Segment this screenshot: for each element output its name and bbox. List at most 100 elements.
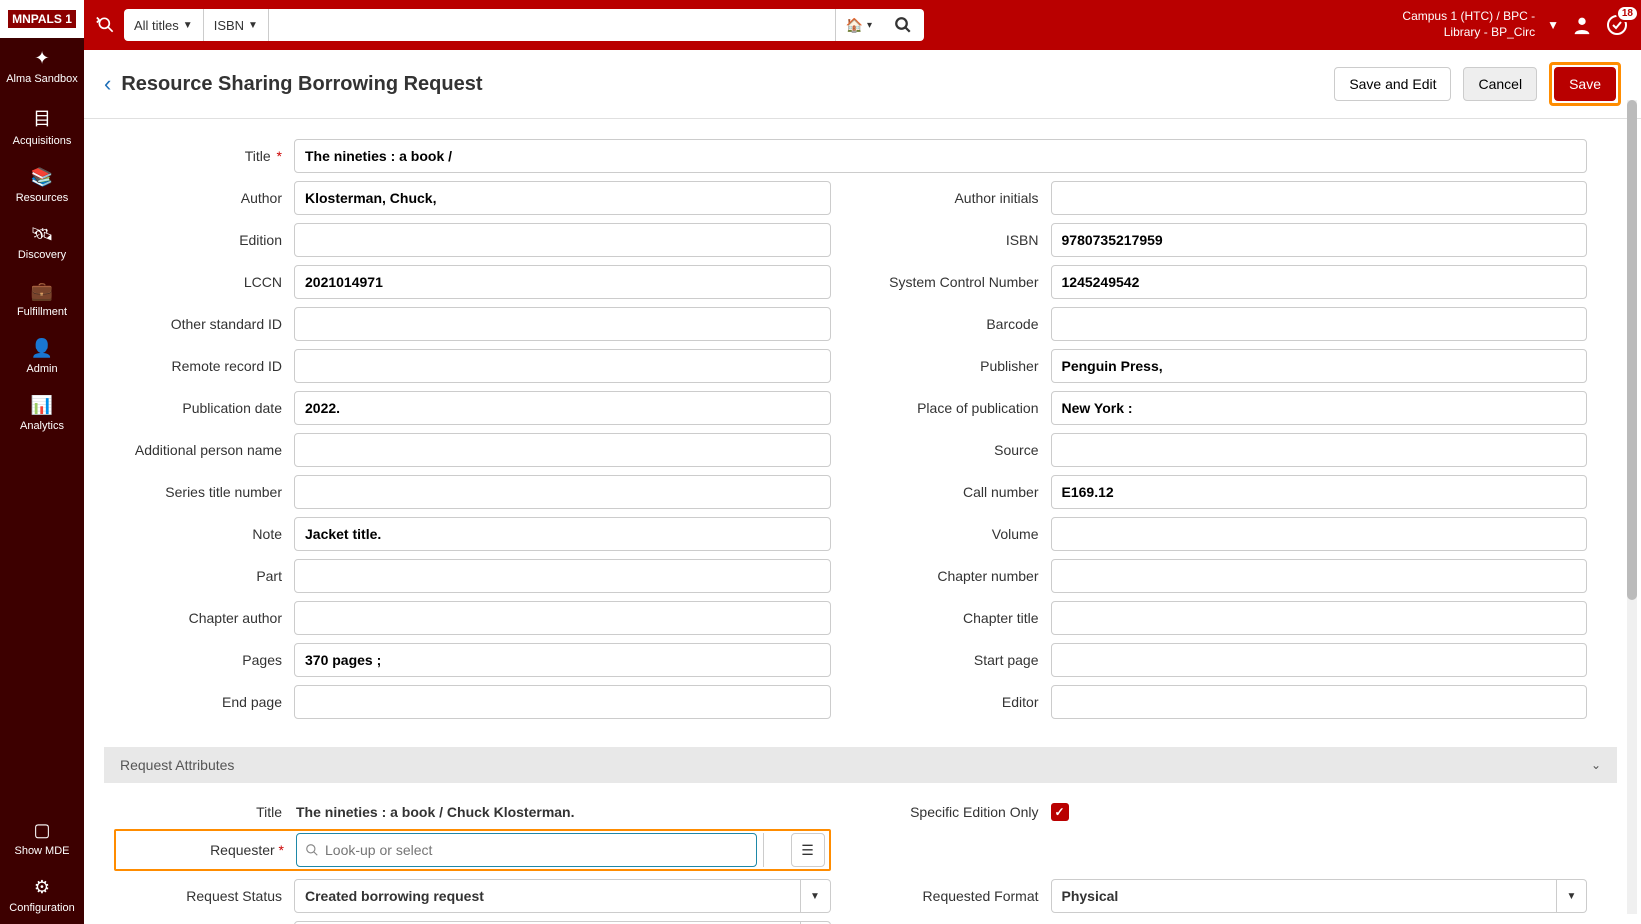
satellite-icon: 🛰 — [31, 224, 54, 245]
barcode-input[interactable] — [1051, 307, 1588, 341]
sidebar-label: Show MDE — [14, 845, 69, 857]
filter-label: All titles — [134, 18, 179, 33]
source-label: Source — [871, 442, 1051, 458]
badge-count: 18 — [1616, 5, 1639, 22]
caret-down-icon[interactable]: ▼ — [801, 879, 831, 913]
lccn-input[interactable] — [294, 265, 831, 299]
caret-down-icon[interactable]: ▼ — [1547, 18, 1559, 32]
request-status-select[interactable]: Created borrowing request — [294, 879, 801, 913]
additional-person-label: Additional person name — [114, 442, 294, 458]
user-icon[interactable] — [1571, 14, 1593, 36]
requester-list-button[interactable]: ☰ — [791, 833, 825, 867]
remote-record-id-label: Remote record ID — [114, 358, 294, 374]
scrollbar[interactable] — [1627, 100, 1637, 914]
sidebar-item-acquisitions[interactable]: 目 Acquisitions — [0, 95, 84, 157]
specific-edition-label: Specific Edition Only — [871, 804, 1051, 820]
list-icon: ☰ — [801, 842, 814, 859]
cancel-button[interactable]: Cancel — [1463, 67, 1537, 101]
section-title: Request Attributes — [120, 757, 234, 773]
other-standard-id-input[interactable] — [294, 307, 831, 341]
end-page-input[interactable] — [294, 685, 831, 719]
part-label: Part — [114, 568, 294, 584]
series-title-number-label: Series title number — [114, 484, 294, 500]
additional-person-input[interactable] — [294, 433, 831, 467]
save-highlight: Save — [1549, 62, 1621, 106]
chapter-number-input[interactable] — [1051, 559, 1588, 593]
lccn-label: LCCN — [114, 274, 294, 290]
edition-input[interactable] — [294, 223, 831, 257]
start-page-input[interactable] — [1051, 643, 1588, 677]
sidebar-item-analytics[interactable]: 📊 Analytics — [0, 385, 84, 442]
requester-label: Requester * — [116, 842, 296, 858]
source-input[interactable] — [1051, 433, 1588, 467]
sidebar-item-resources[interactable]: 📚 Resources — [0, 157, 84, 214]
author-initials-input[interactable] — [1051, 181, 1588, 215]
title-label: Title * — [114, 148, 294, 164]
requested-format-select[interactable]: Physical — [1051, 879, 1558, 913]
ladder-icon: 目 — [33, 105, 51, 131]
sidebar-item-alma-sandbox[interactable]: ✦ Alma Sandbox — [0, 38, 84, 95]
volume-input[interactable] — [1051, 517, 1588, 551]
section-request-attributes[interactable]: Request Attributes ⌄ — [104, 747, 1617, 783]
chapter-number-label: Chapter number — [871, 568, 1051, 584]
system-control-input[interactable] — [1051, 265, 1588, 299]
publisher-input[interactable] — [1051, 349, 1588, 383]
sidebar-item-configuration[interactable]: ⚙ Configuration — [0, 867, 84, 924]
pages-input[interactable] — [294, 643, 831, 677]
save-and-edit-button[interactable]: Save and Edit — [1334, 67, 1451, 101]
sidebar-label: Acquisitions — [13, 135, 72, 147]
editor-label: Editor — [871, 694, 1051, 710]
persistent-search-icon[interactable] — [96, 15, 116, 35]
remote-record-id-input[interactable] — [294, 349, 831, 383]
call-number-input[interactable] — [1051, 475, 1588, 509]
search-icon — [305, 843, 319, 857]
search-button[interactable] — [882, 9, 924, 41]
search-filter-titles[interactable]: All titles ▼ — [124, 9, 204, 41]
sidebar-item-fulfillment[interactable]: 💼 Fulfillment — [0, 271, 84, 328]
publisher-label: Publisher — [871, 358, 1051, 374]
edition-label: Edition — [114, 232, 294, 248]
scrollbar-thumb[interactable] — [1627, 100, 1637, 600]
sidebar-item-admin[interactable]: 👤 Admin — [0, 328, 84, 385]
chevron-down-icon: ⌄ — [1591, 758, 1601, 772]
series-title-number-input[interactable] — [294, 475, 831, 509]
page-header: ‹ Resource Sharing Borrowing Request Sav… — [84, 50, 1641, 119]
call-number-label: Call number — [871, 484, 1051, 500]
author-input[interactable] — [294, 181, 831, 215]
sidebar: MNPALS 1 ✦ Alma Sandbox 目 Acquisitions 📚… — [0, 0, 84, 924]
save-button[interactable]: Save — [1554, 67, 1616, 101]
search-filter-isbn[interactable]: ISBN ▼ — [204, 9, 269, 41]
publication-date-input[interactable] — [294, 391, 831, 425]
part-input[interactable] — [294, 559, 831, 593]
sidebar-label: Discovery — [18, 249, 66, 261]
home-icon: 🏠 — [846, 17, 863, 34]
chapter-author-label: Chapter author — [114, 610, 294, 626]
chapter-author-input[interactable] — [294, 601, 831, 635]
user-location[interactable]: Campus 1 (HTC) / BPC - Library - BP_Circ — [1402, 9, 1535, 40]
sidebar-label: Fulfillment — [17, 306, 67, 318]
editor-input[interactable] — [1051, 685, 1588, 719]
sidebar-item-show-mde[interactable]: ▢ Show MDE — [0, 810, 84, 867]
caret-down-icon[interactable]: ▼ — [1557, 879, 1587, 913]
search-scope[interactable]: 🏠 ▾ — [835, 9, 882, 41]
place-of-publication-input[interactable] — [1051, 391, 1588, 425]
isbn-input[interactable] — [1051, 223, 1588, 257]
sidebar-item-discovery[interactable]: 🛰 Discovery — [0, 214, 84, 271]
start-page-label: Start page — [871, 652, 1051, 668]
back-icon[interactable]: ‹ — [104, 71, 111, 97]
author-label: Author — [114, 190, 294, 206]
place-of-publication-label: Place of publication — [871, 400, 1051, 416]
chapter-title-label: Chapter title — [871, 610, 1051, 626]
specific-edition-checkbox[interactable]: ✓ — [1051, 803, 1069, 821]
logo: MNPALS 1 — [0, 0, 84, 38]
requester-lookup[interactable] — [296, 833, 757, 867]
chapter-title-input[interactable] — [1051, 601, 1588, 635]
requester-extra[interactable] — [763, 833, 785, 867]
topbar: All titles ▼ ISBN ▼ 🏠 ▾ Campus 1 (HTC — [84, 0, 1641, 50]
note-input[interactable] — [294, 517, 831, 551]
requester-input[interactable] — [325, 842, 748, 858]
sidebar-label: Resources — [16, 192, 69, 204]
tasks-icon[interactable]: 18 — [1605, 13, 1629, 37]
title-input[interactable] — [294, 139, 1587, 173]
sidebar-label: Alma Sandbox — [6, 73, 78, 85]
